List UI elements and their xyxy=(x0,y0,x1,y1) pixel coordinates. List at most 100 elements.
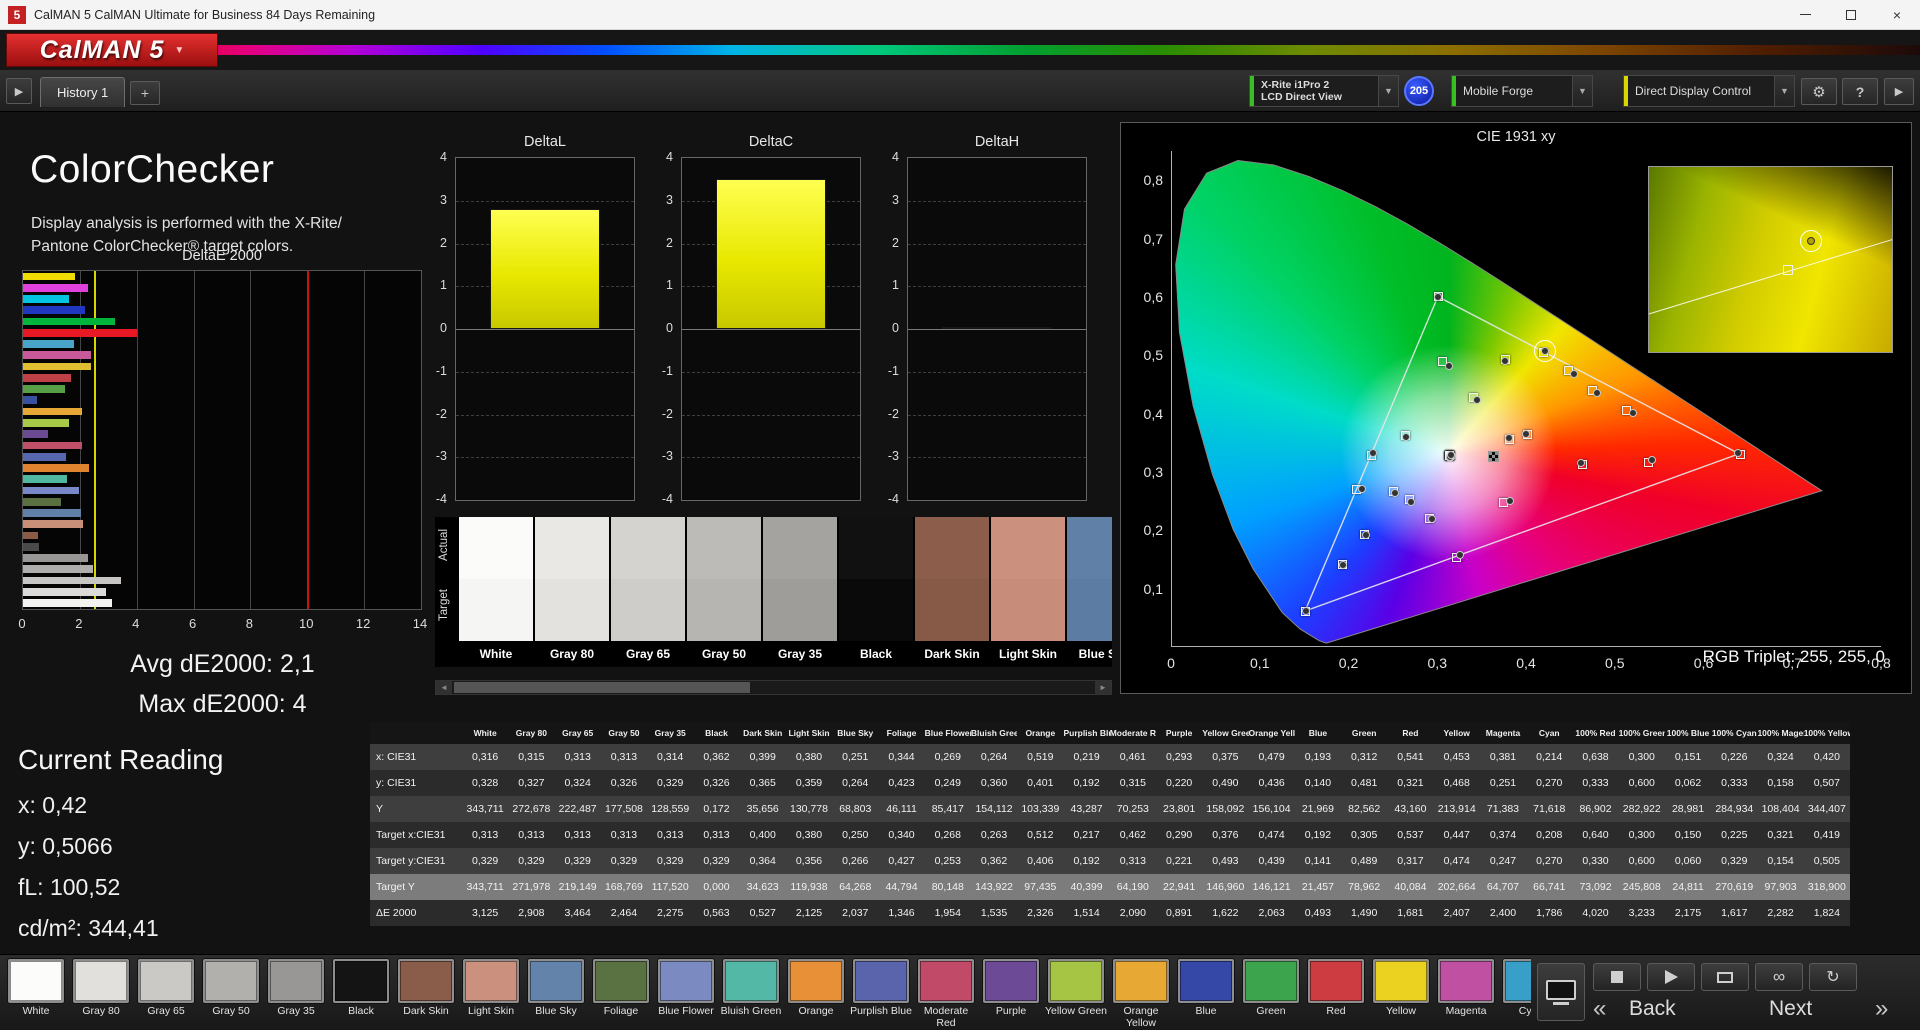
strip-patch[interactable]: Dark Skin xyxy=(915,517,991,667)
strip-patch[interactable]: Black xyxy=(839,517,915,667)
patch-button[interactable]: Blue Flower xyxy=(654,959,718,1018)
table-cell: 0,324 xyxy=(1767,751,1794,763)
chevron-down-icon[interactable]: ▼ xyxy=(1378,76,1398,106)
table-cell: 97,435 xyxy=(1024,881,1057,893)
stop-button[interactable] xyxy=(1593,963,1641,991)
tab-history-1[interactable]: History 1 xyxy=(40,77,126,107)
patch-button[interactable]: Magenta xyxy=(1434,959,1498,1018)
patch-button[interactable]: Green xyxy=(1239,959,1303,1018)
continuous-measure-button[interactable]: ∞ xyxy=(1755,963,1803,991)
display-toggle-button[interactable] xyxy=(1537,963,1585,1021)
table-cell: 344,407 xyxy=(1807,803,1846,815)
display-control-dropdown[interactable]: Direct Display Control ▼ xyxy=(1623,75,1795,107)
strip-patch[interactable]: White xyxy=(459,517,535,667)
patch-button[interactable]: Orange xyxy=(784,959,848,1018)
strip-scrollbar[interactable]: ◄ ► xyxy=(435,680,1112,695)
meter-dropdown[interactable]: X-Rite i1Pro 2 LCD Direct View ▼ xyxy=(1249,75,1399,107)
patch-button[interactable]: Dark Skin xyxy=(394,959,458,1018)
patch-button[interactable]: Bluish Green xyxy=(719,959,783,1018)
table-cell: 0,226 xyxy=(1721,751,1748,763)
table-cell: 2,326 xyxy=(1027,907,1054,919)
back-chevron-icon[interactable]: « xyxy=(1593,995,1606,1023)
table-cell: 117,520 xyxy=(651,881,689,893)
scroll-left-button[interactable]: ◄ xyxy=(436,681,452,694)
collapse-panel-button[interactable]: ▶ xyxy=(1884,78,1914,105)
table-cell: 64,707 xyxy=(1486,881,1520,893)
table-cell: 0,340 xyxy=(888,829,915,841)
maximize-button[interactable] xyxy=(1828,0,1874,29)
deltal-gridline xyxy=(456,457,634,459)
deltae-bar xyxy=(23,317,115,326)
patch-button[interactable]: Moderate Red xyxy=(914,959,978,1029)
deltae-bar xyxy=(23,599,112,607)
patch-button[interactable]: Purplish Blue xyxy=(849,959,913,1018)
deltah-tick-number: 4 xyxy=(892,150,899,164)
patch-button[interactable]: Black xyxy=(329,959,393,1018)
strip-patch[interactable]: Blue Sky xyxy=(1067,517,1112,667)
deltal-gridline xyxy=(456,371,634,373)
refresh-button[interactable]: ↻ xyxy=(1809,963,1857,991)
layout-nav-button[interactable]: ▶ xyxy=(6,78,32,104)
pattern-source-dropdown[interactable]: Mobile Forge ▼ xyxy=(1451,75,1593,107)
patch-button-color xyxy=(983,959,1039,1003)
table-cell: 0,474 xyxy=(1258,829,1285,841)
strip-patch[interactable]: Gray 65 xyxy=(611,517,687,667)
minimize-button[interactable] xyxy=(1782,0,1828,29)
patch-button[interactable]: Orange Yellow xyxy=(1109,959,1173,1029)
table-cell: 0,300 xyxy=(1628,751,1655,763)
table-cell: 0,249 xyxy=(934,777,961,789)
table-cell: 0,316 xyxy=(471,751,499,763)
patch-button[interactable]: Blue Sky xyxy=(524,959,588,1018)
add-tab-button[interactable]: + xyxy=(130,81,160,105)
patch-button[interactable]: Red xyxy=(1304,959,1368,1018)
close-button[interactable]: × xyxy=(1874,0,1920,29)
next-button[interactable]: Next xyxy=(1769,997,1812,1021)
deltal-tick-number: 1 xyxy=(440,278,447,293)
chevron-down-icon[interactable]: ▼ xyxy=(1572,76,1592,106)
deltae-gridline xyxy=(364,271,366,609)
table-cell: 0,439 xyxy=(1258,855,1285,867)
scrollbar-thumb[interactable] xyxy=(454,682,750,693)
patch-button[interactable]: Gray 65 xyxy=(134,959,198,1018)
next-chevron-icon[interactable]: » xyxy=(1875,995,1888,1023)
deltah-gridline xyxy=(908,457,1086,459)
settings-button[interactable]: ⚙ xyxy=(1801,78,1837,105)
strip-patch-target xyxy=(1067,579,1112,641)
scrollbar-track[interactable] xyxy=(452,681,1095,694)
calman-logo-menu[interactable]: CalMAN 5 ▼ xyxy=(6,33,218,67)
strip-patch[interactable]: Gray 50 xyxy=(687,517,763,667)
patch-button[interactable]: Purple xyxy=(979,959,1043,1018)
strip-patch[interactable]: Gray 80 xyxy=(535,517,611,667)
patch-button[interactable]: Gray 80 xyxy=(69,959,133,1018)
chevron-down-icon[interactable]: ▼ xyxy=(1774,76,1794,106)
strip-patch[interactable]: Light Skin xyxy=(991,517,1067,667)
deltae-reference-line xyxy=(307,271,310,609)
patch-button[interactable]: Blue xyxy=(1174,959,1238,1018)
play-button[interactable] xyxy=(1647,963,1695,991)
patch-button[interactable]: Light Skin xyxy=(459,959,523,1018)
table-column-header: Purplish Blue xyxy=(1063,728,1109,738)
table-cell: 0,263 xyxy=(980,829,1008,841)
pattern-window-button[interactable] xyxy=(1701,963,1749,991)
scroll-right-button[interactable]: ► xyxy=(1095,681,1111,694)
table-cell: 0,225 xyxy=(1721,829,1748,841)
table-cell: 0,324 xyxy=(564,777,591,789)
table-cell: 0,329 xyxy=(703,855,730,867)
strip-patch[interactable]: Gray 35 xyxy=(763,517,839,667)
patch-button-color xyxy=(918,959,974,1003)
patch-button[interactable]: White xyxy=(4,959,68,1018)
patch-button[interactable]: Foliage xyxy=(589,959,653,1018)
help-button[interactable]: ? xyxy=(1842,78,1878,105)
patch-button-label: Blue Flower xyxy=(658,1005,714,1017)
back-button[interactable]: Back xyxy=(1629,997,1676,1021)
table-column-header: Green xyxy=(1351,728,1377,738)
table-cell: 143,922 xyxy=(975,881,1014,893)
strip-patch-label: Gray 50 xyxy=(701,647,747,661)
patch-button[interactable]: Yellow Green xyxy=(1044,959,1108,1018)
patch-button[interactable]: Gray 35 xyxy=(264,959,328,1018)
titlebar: 5 CalMAN 5 CalMAN Ultimate for Business … xyxy=(0,0,1920,30)
patch-button[interactable]: Gray 50 xyxy=(199,959,263,1018)
maximize-icon xyxy=(1846,9,1856,20)
patch-button[interactable]: Yellow xyxy=(1369,959,1433,1018)
table-cell: 119,938 xyxy=(790,881,828,893)
